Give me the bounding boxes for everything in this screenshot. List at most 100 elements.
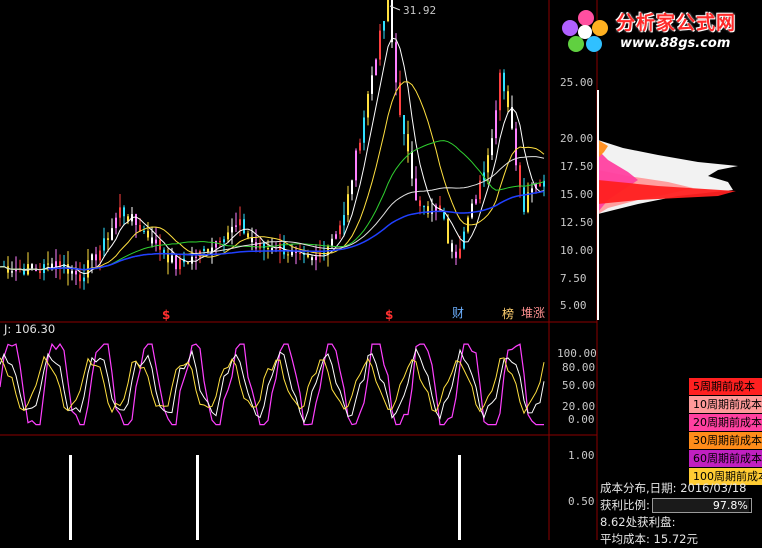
candle-body [355,150,357,181]
ratio-label: 获利比例: [600,498,650,512]
candle-body [403,115,405,135]
candle-body [95,254,97,261]
candle-body [227,232,229,240]
candle-body [459,248,461,258]
candle-body [363,117,365,143]
candle-body [7,266,9,273]
candle-body [499,72,501,111]
legend-item[interactable]: 60周期前成本 [689,450,762,467]
candle-body [179,258,181,270]
candle-body [239,219,241,226]
indicator-tick: 80.00 [562,361,595,374]
candle-body [231,226,233,233]
tag-finance[interactable]: 财 [452,306,464,320]
candle-body [423,206,425,208]
candle-body [407,134,409,152]
candle-body [91,254,93,261]
candle-body [519,165,521,188]
logo-title: 分析家公式网 [616,12,737,34]
legend-item[interactable]: 20周期前成本 [689,414,762,431]
candle-body [39,271,41,274]
candle-body [471,203,473,218]
candle-body [99,250,101,261]
ratio-value: 97.8% [712,499,748,512]
volume-tick: 0.50 [568,495,595,508]
candle-body [147,230,149,238]
price-tick: 25.00 [560,76,593,89]
candle-body [387,0,389,21]
candle-body [195,256,197,258]
candle-body [155,239,157,244]
price-tick: 10.00 [560,244,593,257]
candle-body [47,263,49,265]
tag-rank[interactable]: 榜 [502,306,514,321]
candle-body [151,237,153,244]
candle-body [135,214,137,225]
candle-body [475,199,477,204]
candle-body [311,257,313,261]
price-tick: 12.50 [560,216,593,229]
signal-marker: $ [162,308,170,322]
candle-body [371,75,373,94]
candle-body [463,231,465,249]
moving-average-lines [0,37,545,275]
candle-body [107,238,109,240]
candle-body [243,219,245,234]
legend-item[interactable]: 30周期前成本 [689,432,762,449]
cost-legend: 5周期前成本 10周期前成本 20周期前成本 30周期前成本 60周期前成本 1… [689,378,762,486]
high-price-marker: 31.92 [389,4,436,17]
price-tick: 7.50 [560,272,587,285]
candle-body [83,277,85,282]
indicator-axis: 100.00 80.00 50.00 20.00 0.00 [557,347,597,426]
candle-body [495,110,497,139]
candle-body [411,151,413,179]
site-logo: 分析家公式网 www.88gs.com [560,4,762,56]
candle-body [487,155,489,173]
profit-line: 8.62处获利盘: [600,515,676,529]
candle-body [335,234,337,239]
price-tick: 17.50 [560,160,593,173]
legend-item[interactable]: 10周期前成本 [689,396,762,413]
indicator-tick: 50.00 [562,379,595,392]
candle-body [11,271,13,273]
candle-body [203,248,205,252]
candle-body [491,138,493,156]
candle-body [447,218,449,244]
stock-chart[interactable]: 25.00 20.00 17.50 15.00 12.50 10.00 7.50… [0,0,762,540]
candle-body [307,254,309,258]
indicator-label: J: 106.30 [4,322,56,336]
legend-item[interactable]: 5周期前成本 [689,378,762,395]
panel-frame [0,0,598,540]
candle-body [79,274,81,282]
volume-bar [196,455,199,540]
candle-body [511,107,513,129]
price-axis: 25.00 20.00 17.50 15.00 12.50 10.00 7.50… [560,76,593,312]
volume-axis: 1.00 0.50 [568,449,595,508]
candle-body [367,93,369,118]
kdj-indicator-lines [0,342,545,426]
candle-body [235,225,237,227]
candle-body [247,233,249,238]
candle-body [523,187,525,212]
volume-bars [69,455,461,540]
indicator-tick: 100.00 [557,347,597,360]
candle-body [287,254,289,256]
candle-body [123,207,125,217]
candle-body [347,194,349,216]
candle-body [531,188,533,193]
candle-body [75,270,77,275]
candle-body [219,240,221,243]
candle-body [395,42,397,83]
volume-bar [69,455,72,540]
candle-body [175,255,177,270]
candle-body [539,183,541,187]
indicator-tick: 0.00 [568,413,595,426]
logo-url: www.88gs.com [620,36,731,51]
candle-body [331,238,333,246]
cost-distribution-profile [597,90,738,320]
cost-info-panel: 成本分布,日期: 2016/03/18 获利比例: 97.8% 8.62处获利盘:… [600,480,762,548]
price-tick: 5.00 [560,299,587,312]
volume-tick: 1.00 [568,449,595,462]
candle-body [343,215,345,226]
tag-surge[interactable]: 堆涨 [521,305,545,320]
